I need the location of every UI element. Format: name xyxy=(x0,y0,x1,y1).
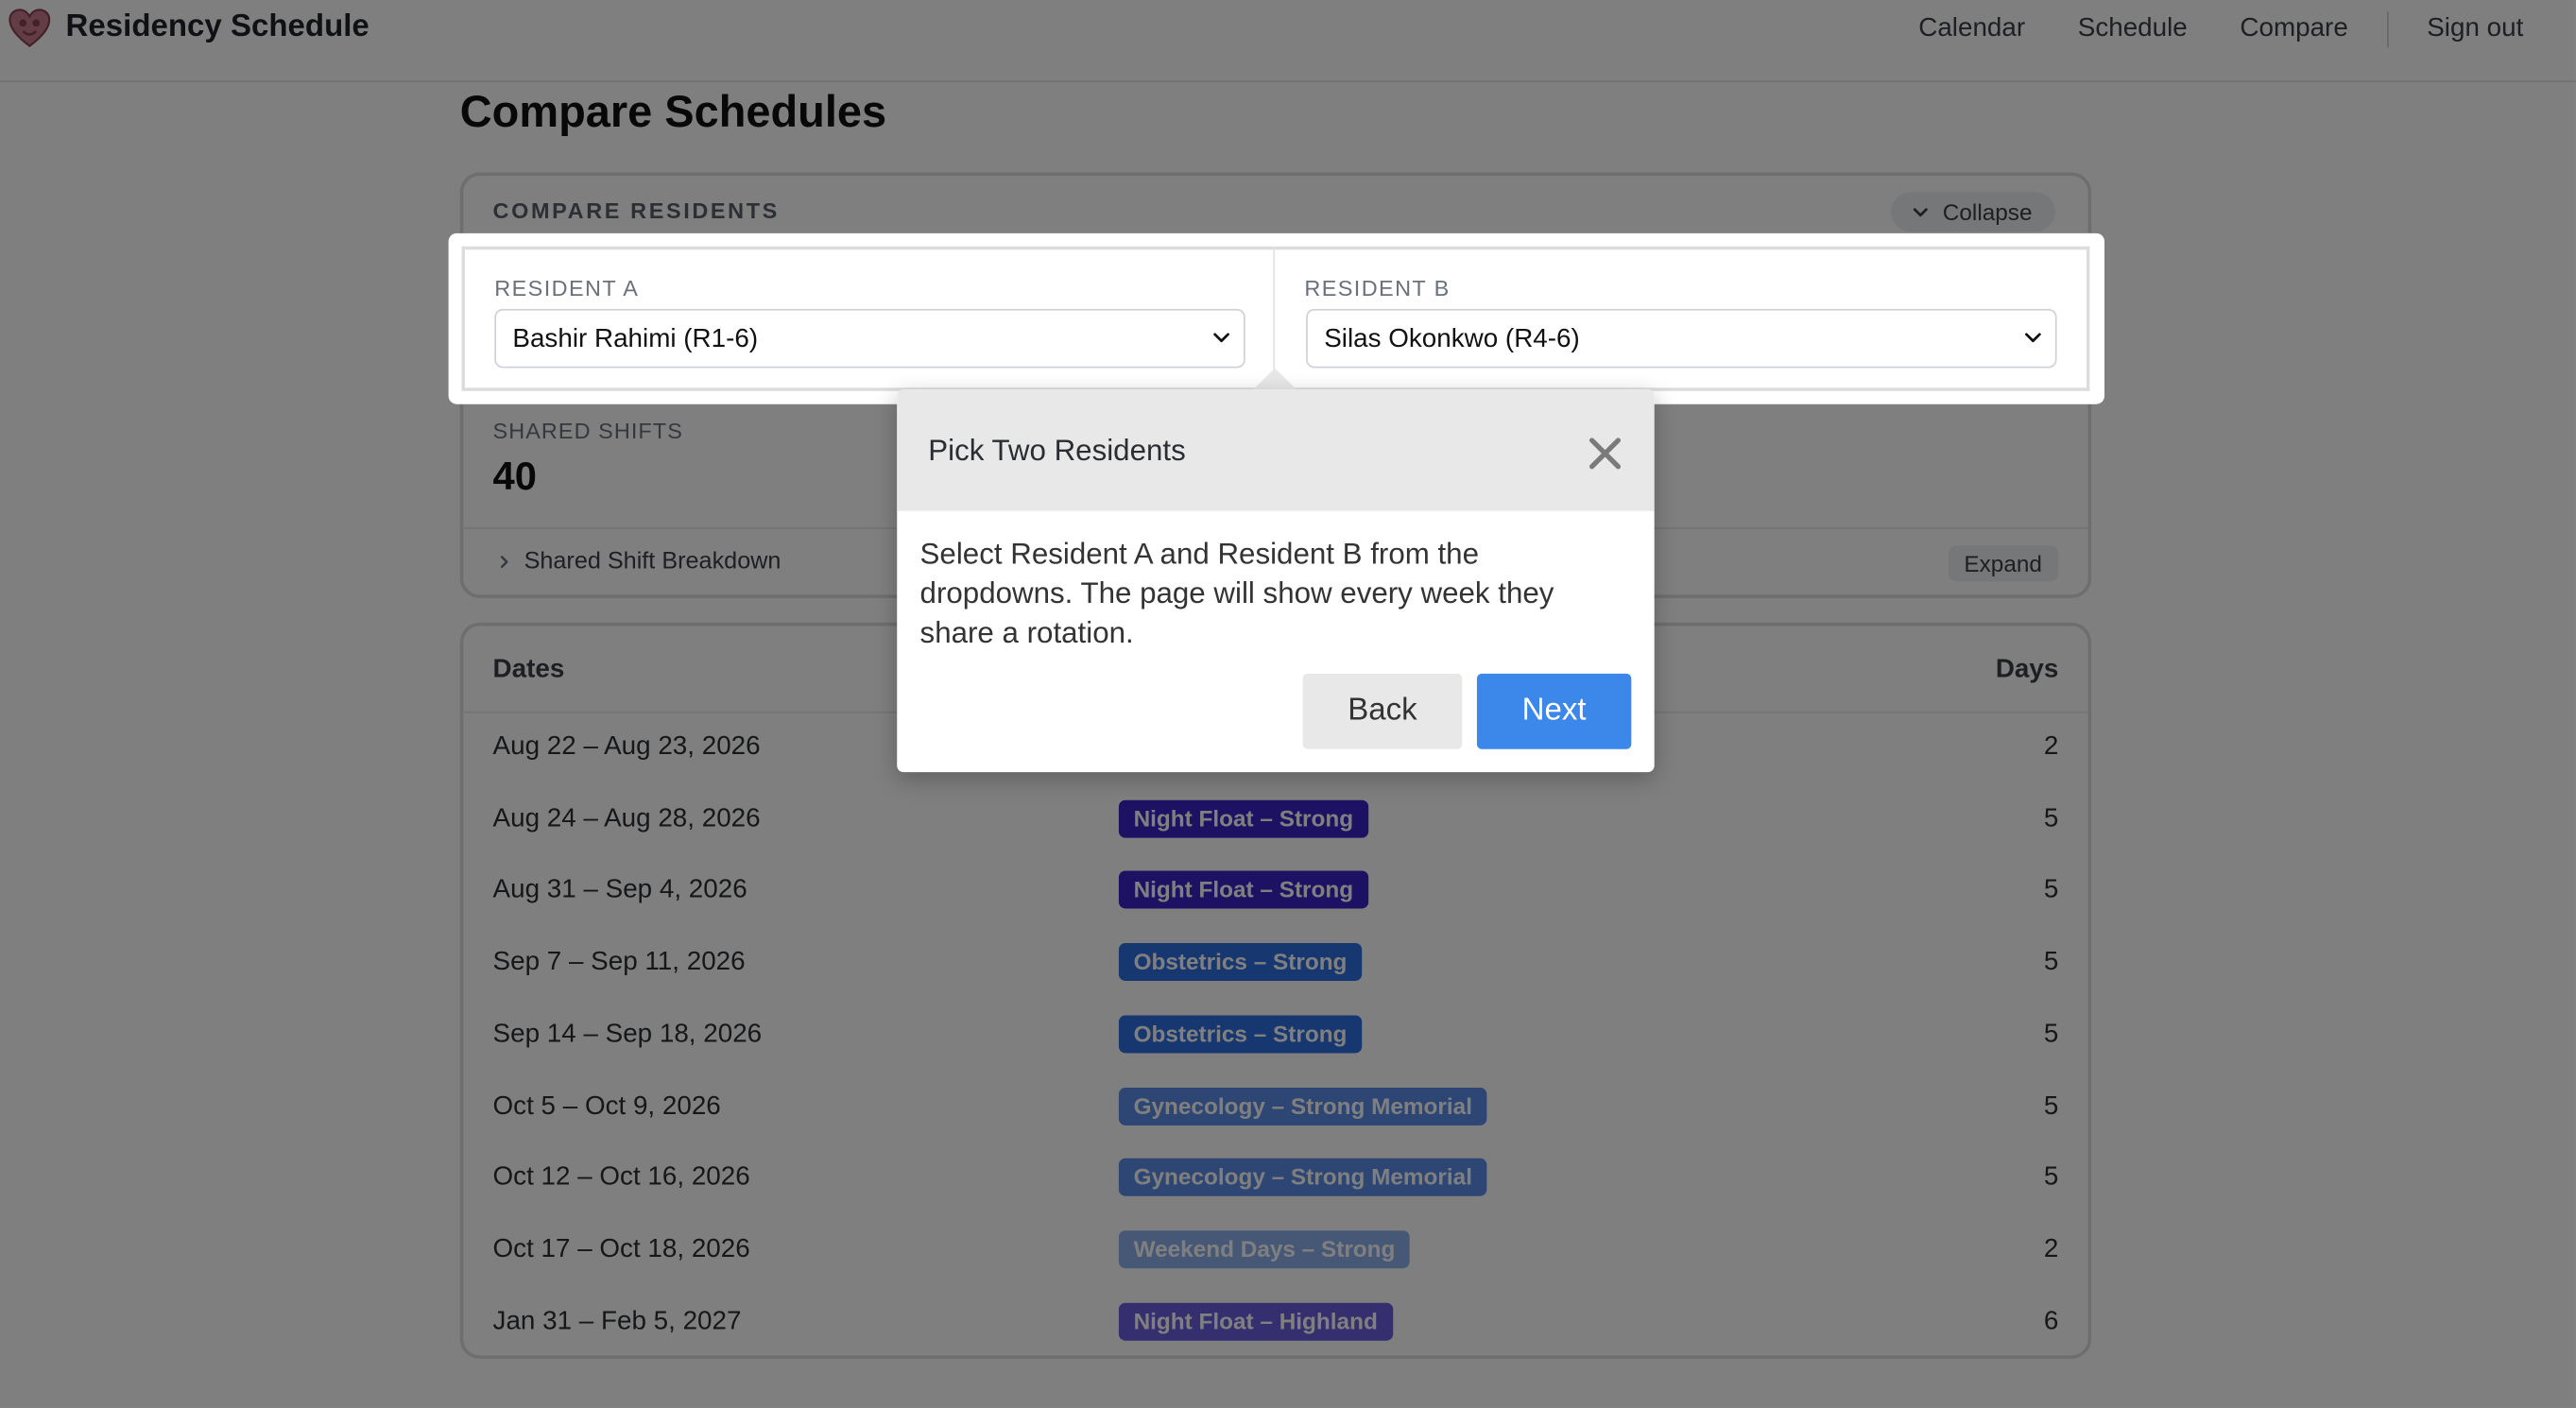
close-icon[interactable] xyxy=(1587,436,1623,472)
tour-tooltip: Pick Two Residents Select Resident A and… xyxy=(897,389,1655,773)
tooltip-title: Pick Two Residents xyxy=(928,433,1186,467)
resident-a-panel: RESIDENT A Bashir Rahimi (R1-6) xyxy=(461,246,1276,391)
resident-a-select[interactable]: Bashir Rahimi (R1-6) xyxy=(494,308,1245,369)
chevron-down-icon xyxy=(1213,333,1229,343)
next-button[interactable]: Next xyxy=(1476,673,1632,749)
resident-b-selected-value: Silas Okonkwo (R4-6) xyxy=(1324,325,1580,353)
resident-b-panel: RESIDENT B Silas Okonkwo (R4-6) xyxy=(1275,246,2090,391)
resident-a-selected-value: Bashir Rahimi (R1-6) xyxy=(512,325,759,353)
tooltip-body: Select Resident A and Resident B from th… xyxy=(919,537,1554,649)
tooltip-arrow xyxy=(1251,368,1298,391)
tooltip-header: Pick Two Residents xyxy=(897,389,1655,511)
back-button[interactable]: Back xyxy=(1302,673,1463,749)
resident-a-label: RESIDENT A xyxy=(494,276,640,301)
resident-b-label: RESIDENT B xyxy=(1304,276,1451,301)
resident-b-select[interactable]: Silas Okonkwo (R4-6) xyxy=(1306,308,2057,369)
chevron-down-icon xyxy=(2025,333,2041,343)
